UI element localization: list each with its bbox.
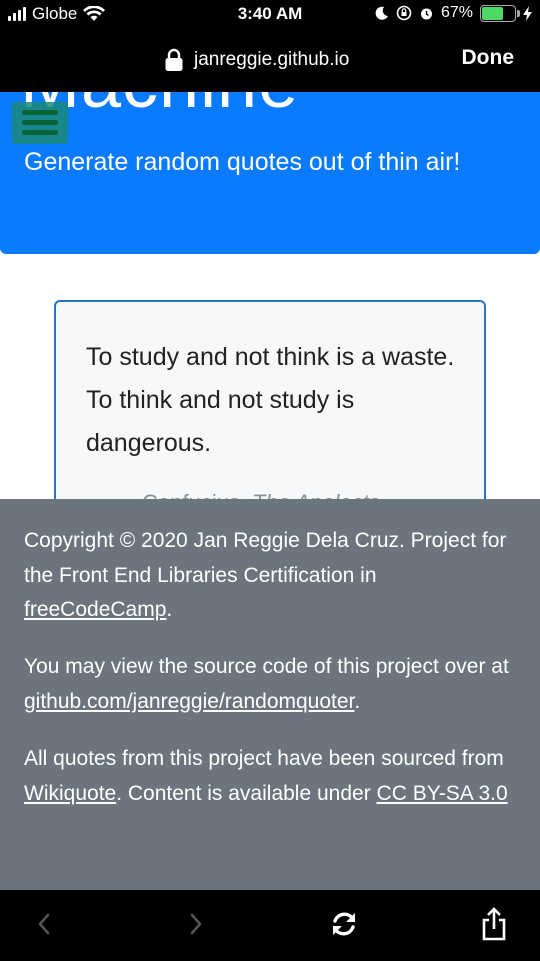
battery-percent: 67% bbox=[440, 4, 473, 21]
footer: Copyright © 2020 Jan Reggie Dela Cruz. P… bbox=[0, 499, 540, 890]
charging-bolt-icon bbox=[523, 5, 532, 21]
share-icon bbox=[482, 907, 506, 941]
hero-banner: Machine Generate random quotes out of th… bbox=[0, 92, 540, 254]
moon-icon bbox=[375, 6, 388, 20]
back-button[interactable] bbox=[22, 904, 66, 944]
forward-button[interactable] bbox=[174, 904, 218, 944]
page-subtitle: Generate random quotes out of thin air! bbox=[24, 148, 461, 176]
share-button[interactable] bbox=[472, 904, 516, 944]
url-domain: janreggie.github.io bbox=[194, 49, 350, 70]
footer-attribution: All quotes from this project have been s… bbox=[24, 747, 508, 805]
github-link[interactable]: github.com/janreggie/randomquoter bbox=[24, 690, 354, 713]
rotation-lock-icon bbox=[396, 5, 412, 21]
freecodecamp-link[interactable]: freeCodeCamp bbox=[24, 598, 166, 621]
wikiquote-link[interactable]: Wikiquote bbox=[24, 782, 116, 805]
back-icon bbox=[38, 913, 50, 935]
status-right: 67% bbox=[375, 4, 532, 22]
forward-icon bbox=[190, 913, 202, 935]
status-bar: Globe 3:40 AM 67% bbox=[0, 0, 540, 30]
browser-toolbar bbox=[0, 890, 540, 961]
footer-copyright: Copyright © 2020 Jan Reggie Dela Cruz. P… bbox=[24, 529, 507, 621]
battery-icon bbox=[480, 4, 520, 22]
address-display[interactable]: janreggie.github.io bbox=[164, 48, 349, 72]
hamburger-icon bbox=[22, 110, 58, 115]
reload-icon bbox=[333, 912, 355, 936]
quote-text: To study and not think is a waste. To th… bbox=[86, 343, 455, 457]
url-bar: janreggie.github.io Done bbox=[0, 30, 540, 92]
lock-icon bbox=[165, 48, 183, 71]
license-link[interactable]: CC BY-SA 3.0 bbox=[377, 782, 508, 805]
menu-toggle-button[interactable] bbox=[12, 102, 68, 144]
alarm-icon bbox=[420, 8, 432, 19]
done-button[interactable]: Done bbox=[462, 46, 515, 70]
reload-button[interactable] bbox=[322, 904, 366, 944]
footer-source: You may view the source code of this pro… bbox=[24, 655, 509, 713]
